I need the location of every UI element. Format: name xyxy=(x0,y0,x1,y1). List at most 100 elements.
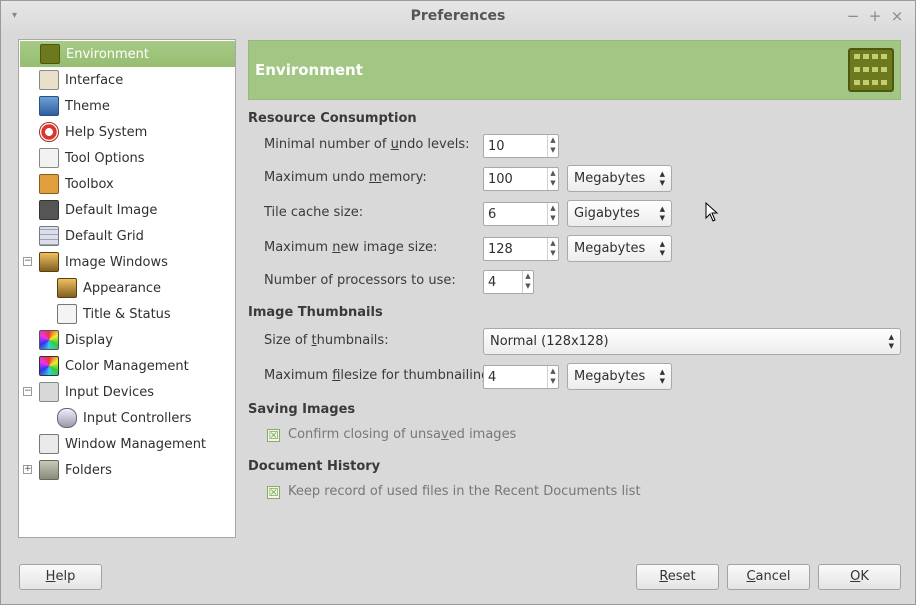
confirm-closing-label[interactable]: Confirm closing of unsaved images xyxy=(288,427,516,442)
undo-levels-label: Minimal number of undo levels: xyxy=(264,137,470,152)
tree-item-input-controllers[interactable]: Input Controllers xyxy=(57,405,192,431)
new-image-size-value: 128 xyxy=(488,242,513,257)
spin-arrows-icon[interactable]: ▲ ▼ xyxy=(547,203,558,225)
tree-item-image-windows[interactable]: Image Windows xyxy=(39,249,168,275)
spin-arrows-icon[interactable]: ▲ ▼ xyxy=(547,135,558,157)
tree-item-label: Interface xyxy=(65,72,124,88)
appearance-icon xyxy=(57,278,77,298)
display-icon xyxy=(39,330,59,350)
tree-item-toolbox[interactable]: Toolbox xyxy=(39,171,114,197)
spin-arrows-icon[interactable]: ▲ ▼ xyxy=(547,168,558,190)
tree-item-input-devices[interactable]: Input Devices xyxy=(39,379,154,405)
preferences-tree[interactable]: Environment Interface Theme Help System … xyxy=(18,39,236,538)
chip-icon xyxy=(848,48,894,92)
preferences-window: ▾ Preferences − + × Environment Interfac… xyxy=(0,0,916,605)
collapse-input-devices-toggle[interactable]: − xyxy=(23,387,32,396)
tree-item-default-grid[interactable]: Default Grid xyxy=(39,223,144,249)
tree-item-tool-options[interactable]: Tool Options xyxy=(39,145,145,171)
new-image-size-label: Maximum new image size: xyxy=(264,240,438,255)
spin-arrows-icon[interactable]: ▲ ▼ xyxy=(547,366,558,388)
thumbnail-filesize-unit-value: Megabytes xyxy=(574,369,646,384)
cancel-button[interactable]: Cancel xyxy=(727,564,810,590)
reset-button[interactable]: Reset xyxy=(636,564,719,590)
tree-item-folders[interactable]: Folders xyxy=(39,457,112,483)
tree-item-label: Input Controllers xyxy=(83,410,192,426)
combo-arrows-icon: ▲ ▼ xyxy=(659,240,665,257)
tree-item-title-status[interactable]: Title & Status xyxy=(57,301,171,327)
new-image-size-unit-select[interactable]: Megabytes ▲ ▼ xyxy=(567,235,672,262)
tree-item-environment[interactable]: Environment xyxy=(20,41,235,67)
spin-arrows-icon[interactable]: ▲ ▼ xyxy=(547,238,558,260)
title-status-icon xyxy=(57,304,77,324)
tool-options-icon xyxy=(39,148,59,168)
image-thumbnails-heading: Image Thumbnails xyxy=(248,305,383,320)
tree-item-label: Help System xyxy=(65,124,148,140)
tree-item-help-system[interactable]: Help System xyxy=(39,119,147,145)
undo-levels-spinbutton[interactable]: 10 ▲ ▼ xyxy=(483,134,559,158)
grid-icon xyxy=(39,226,59,246)
maximize-button[interactable]: + xyxy=(868,7,882,25)
thumbnail-size-select[interactable]: Normal (128x128) ▲ ▼ xyxy=(483,328,901,355)
tree-item-label: Input Devices xyxy=(65,384,155,400)
spin-arrows-icon[interactable]: ▲ ▼ xyxy=(522,271,533,293)
lifebuoy-icon xyxy=(39,122,59,142)
resource-consumption-heading: Resource Consumption xyxy=(248,111,417,126)
tile-cache-unit-value: Gigabytes xyxy=(574,206,640,221)
processors-value: 4 xyxy=(488,275,497,290)
page-header: Environment xyxy=(248,40,901,100)
window-title: Preferences xyxy=(410,8,506,24)
tree-item-label: Environment xyxy=(66,46,150,62)
processors-label: Number of processors to use: xyxy=(264,273,456,288)
tree-item-color-management[interactable]: Color Management xyxy=(39,353,189,379)
folders-icon xyxy=(39,460,59,480)
undo-memory-unit-select[interactable]: Megabytes ▲ ▼ xyxy=(567,165,672,192)
tile-cache-unit-select[interactable]: Gigabytes ▲ ▼ xyxy=(567,200,672,227)
page-title: Environment xyxy=(255,61,363,79)
color-management-icon xyxy=(39,356,59,376)
title-bar[interactable]: ▾ Preferences − + × xyxy=(1,1,915,33)
thumbnail-filesize-unit-select[interactable]: Megabytes ▲ ▼ xyxy=(567,363,672,390)
new-image-size-spinbutton[interactable]: 128 ▲ ▼ xyxy=(483,237,559,261)
collapse-image-windows-toggle[interactable]: − xyxy=(23,257,32,266)
tree-item-label: Default Grid xyxy=(65,228,144,244)
tile-cache-label: Tile cache size: xyxy=(264,205,364,220)
tree-item-label: Folders xyxy=(65,462,112,478)
interface-icon xyxy=(39,70,59,90)
window-management-icon xyxy=(39,434,59,454)
tree-item-display[interactable]: Display xyxy=(39,327,113,353)
keep-record-label[interactable]: Keep record of used files in the Recent … xyxy=(288,484,641,499)
tree-item-label: Tool Options xyxy=(65,150,145,166)
thumbnail-filesize-label: Maximum filesize for thumbnailing: xyxy=(264,368,494,383)
keep-record-checkbox[interactable]: ☒ xyxy=(267,486,280,499)
tree-item-label: Appearance xyxy=(83,280,162,296)
undo-levels-value: 10 xyxy=(488,139,505,154)
tree-item-interface[interactable]: Interface xyxy=(39,67,123,93)
tile-cache-spinbutton[interactable]: 6 ▲ ▼ xyxy=(483,202,559,226)
minimize-button[interactable]: − xyxy=(846,7,860,25)
tree-item-label: Toolbox xyxy=(65,176,114,192)
processors-spinbutton[interactable]: 4 ▲ ▼ xyxy=(483,270,534,294)
tree-item-theme[interactable]: Theme xyxy=(39,93,110,119)
combo-arrows-icon: ▲ ▼ xyxy=(659,205,665,222)
tree-item-appearance[interactable]: Appearance xyxy=(57,275,161,301)
image-windows-icon xyxy=(39,252,59,272)
mouse-cursor-icon xyxy=(705,202,719,222)
thumbnail-filesize-spinbutton[interactable]: 4 ▲ ▼ xyxy=(483,365,559,389)
combo-arrows-icon: ▲ ▼ xyxy=(888,333,894,350)
tree-item-window-management[interactable]: Window Management xyxy=(39,431,206,457)
ok-button[interactable]: OK xyxy=(818,564,901,590)
expand-folders-toggle[interactable]: + xyxy=(23,465,32,474)
thumbnail-filesize-value: 4 xyxy=(488,370,497,385)
combo-arrows-icon: ▲ ▼ xyxy=(659,368,665,385)
help-button[interactable]: Help xyxy=(19,564,102,590)
close-button[interactable]: × xyxy=(890,7,904,25)
undo-memory-spinbutton[interactable]: 100 ▲ ▼ xyxy=(483,167,559,191)
undo-memory-value: 100 xyxy=(488,172,513,187)
confirm-closing-checkbox[interactable]: ☒ xyxy=(267,429,280,442)
tree-item-label: Default Image xyxy=(65,202,158,218)
default-image-icon xyxy=(39,200,59,220)
combo-arrows-icon: ▲ ▼ xyxy=(659,170,665,187)
input-controllers-icon xyxy=(57,408,77,428)
tree-item-default-image[interactable]: Default Image xyxy=(39,197,157,223)
saving-images-heading: Saving Images xyxy=(248,402,356,417)
